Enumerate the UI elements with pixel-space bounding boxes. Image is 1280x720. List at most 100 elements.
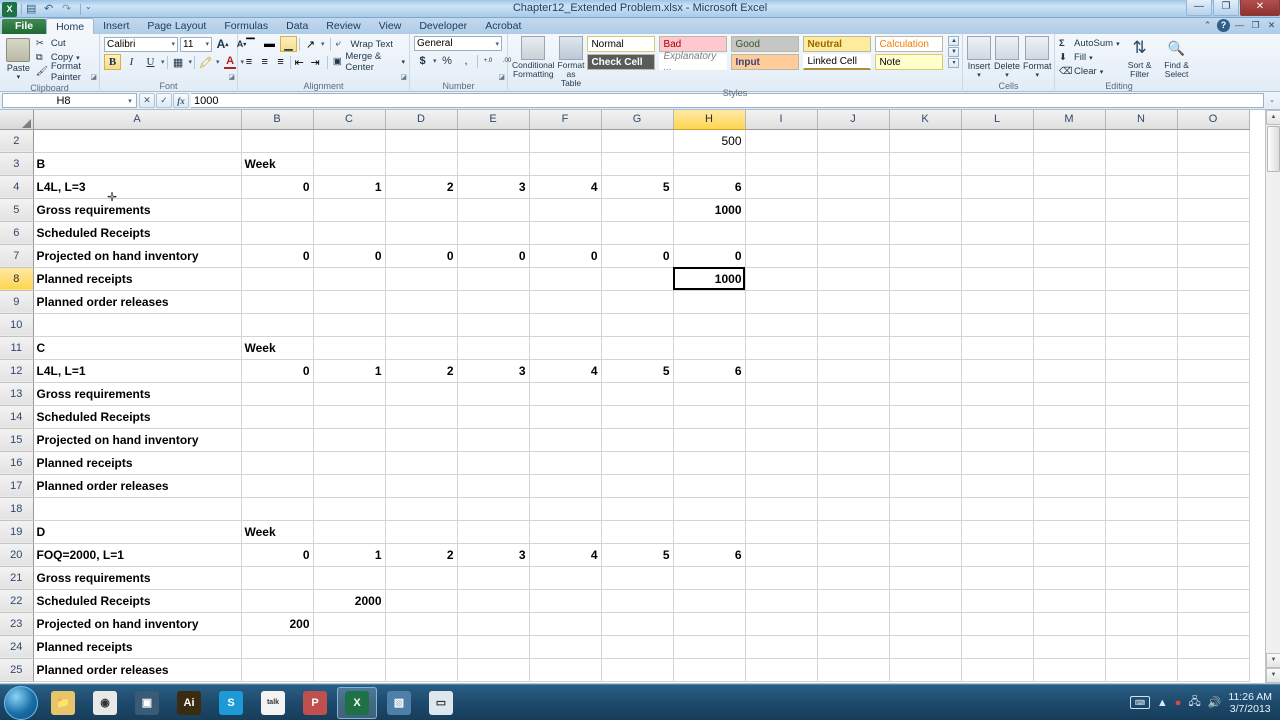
cell-L21[interactable] (961, 566, 1034, 590)
cell-E4[interactable]: 3 (457, 175, 530, 199)
cell-A4[interactable]: L4L, L=3 (33, 175, 242, 199)
network-icon[interactable]: 🖧 (1188, 693, 1200, 712)
cell-E22[interactable] (457, 589, 530, 613)
cell-L8[interactable] (961, 267, 1034, 291)
cell-L12[interactable] (961, 359, 1034, 383)
cell-M17[interactable] (1033, 474, 1106, 498)
cell-E12[interactable]: 3 (457, 359, 530, 383)
cell-G17[interactable] (601, 474, 674, 498)
column-header-d[interactable]: D (385, 110, 458, 130)
column-header-g[interactable]: G (601, 110, 674, 130)
taskbar-item-virtualbox[interactable]: ▣ (127, 687, 167, 719)
font-name-combo[interactable]: Calibri ▾ (104, 36, 178, 52)
cell-E13[interactable] (457, 382, 530, 406)
cell-L2[interactable] (961, 129, 1034, 153)
cell-A2[interactable] (33, 129, 242, 153)
cell-I7[interactable] (745, 244, 818, 268)
cell-N8[interactable] (1105, 267, 1178, 291)
cell-O3[interactable] (1177, 152, 1250, 176)
cell-A13[interactable]: Gross requirements (33, 382, 242, 406)
column-header-b[interactable]: B (241, 110, 314, 130)
row-header-25[interactable]: 25 (0, 658, 34, 682)
cell-A12[interactable]: L4L, L=1 (33, 359, 242, 383)
align-top-button[interactable]: ▔ (242, 36, 259, 52)
cell-H13[interactable] (673, 382, 746, 406)
cell-I8[interactable] (745, 267, 818, 291)
cell-N25[interactable] (1105, 658, 1178, 682)
fill-button[interactable]: ⬇ Fill ▾ (1059, 51, 1120, 64)
cell-O24[interactable] (1177, 635, 1250, 659)
cell-D18[interactable] (385, 497, 458, 521)
cell-N6[interactable] (1105, 221, 1178, 245)
cell-A20[interactable]: FOQ=2000, L=1 (33, 543, 242, 567)
cell-G23[interactable] (601, 612, 674, 636)
column-header-n[interactable]: N (1105, 110, 1178, 130)
keyboard-icon[interactable]: ⌨ (1129, 696, 1150, 709)
cell-D19[interactable] (385, 520, 458, 544)
cell-H11[interactable] (673, 336, 746, 360)
chevron-down-icon[interactable]: ▾ (216, 58, 220, 66)
cell-K17[interactable] (889, 474, 962, 498)
cell-C19[interactable] (313, 520, 386, 544)
chevron-down-icon[interactable]: ▾ (124, 97, 136, 105)
cell-A5[interactable]: Gross requirements (33, 198, 242, 222)
cell-M18[interactable] (1033, 497, 1106, 521)
align-middle-button[interactable]: ▬ (261, 36, 278, 52)
cell-K22[interactable] (889, 589, 962, 613)
cell-B21[interactable] (241, 566, 314, 590)
cell-D4[interactable]: 2 (385, 175, 458, 199)
style-calculation[interactable]: Calculation (875, 36, 944, 52)
tab-review[interactable]: Review (317, 19, 369, 34)
scroll-down-icon[interactable]: ▼ (948, 47, 960, 57)
cell-J12[interactable] (817, 359, 890, 383)
cell-N16[interactable] (1105, 451, 1178, 475)
cell-K25[interactable] (889, 658, 962, 682)
cell-I18[interactable] (745, 497, 818, 521)
cell-A9[interactable]: Planned order releases (33, 290, 242, 314)
cell-F13[interactable] (529, 382, 602, 406)
cell-C5[interactable] (313, 198, 386, 222)
cell-I2[interactable] (745, 129, 818, 153)
row-header-5[interactable]: 5 (0, 198, 34, 222)
cell-M11[interactable] (1033, 336, 1106, 360)
cell-O19[interactable] (1177, 520, 1250, 544)
cell-J18[interactable] (817, 497, 890, 521)
orientation-button[interactable]: ↗ (302, 36, 319, 52)
cell-B18[interactable] (241, 497, 314, 521)
cell-D20[interactable]: 2 (385, 543, 458, 567)
row-header-6[interactable]: 6 (0, 221, 34, 245)
cell-N14[interactable] (1105, 405, 1178, 429)
cell-M19[interactable] (1033, 520, 1106, 544)
cell-J14[interactable] (817, 405, 890, 429)
percent-style-button[interactable]: % (439, 53, 456, 69)
cell-J8[interactable] (817, 267, 890, 291)
tab-formulas[interactable]: Formulas (215, 19, 277, 34)
cell-H14[interactable] (673, 405, 746, 429)
cell-J6[interactable] (817, 221, 890, 245)
start-button[interactable] (4, 685, 38, 720)
cell-J15[interactable] (817, 428, 890, 452)
cell-E5[interactable] (457, 198, 530, 222)
restore-button[interactable]: ❐ (1213, 0, 1239, 16)
cell-L13[interactable] (961, 382, 1034, 406)
clock[interactable]: 11:26 AM 3/7/2013 (1228, 691, 1272, 715)
cell-D17[interactable] (385, 474, 458, 498)
cell-C8[interactable] (313, 267, 386, 291)
cell-B4[interactable]: 0 (241, 175, 314, 199)
cell-M6[interactable] (1033, 221, 1106, 245)
cell-L3[interactable] (961, 152, 1034, 176)
cell-O2[interactable] (1177, 129, 1250, 153)
cell-B14[interactable] (241, 405, 314, 429)
cell-D22[interactable] (385, 589, 458, 613)
insert-function-button[interactable]: fx (173, 93, 189, 108)
cell-K16[interactable] (889, 451, 962, 475)
cell-M16[interactable] (1033, 451, 1106, 475)
column-header-e[interactable]: E (457, 110, 530, 130)
style-linked-cell[interactable]: Linked Cell (803, 54, 872, 70)
cell-J17[interactable] (817, 474, 890, 498)
tab-file[interactable]: File (2, 19, 47, 34)
row-header-23[interactable]: 23 (0, 612, 34, 636)
cell-J2[interactable] (817, 129, 890, 153)
cell-A10[interactable] (33, 313, 242, 337)
cell-L10[interactable] (961, 313, 1034, 337)
